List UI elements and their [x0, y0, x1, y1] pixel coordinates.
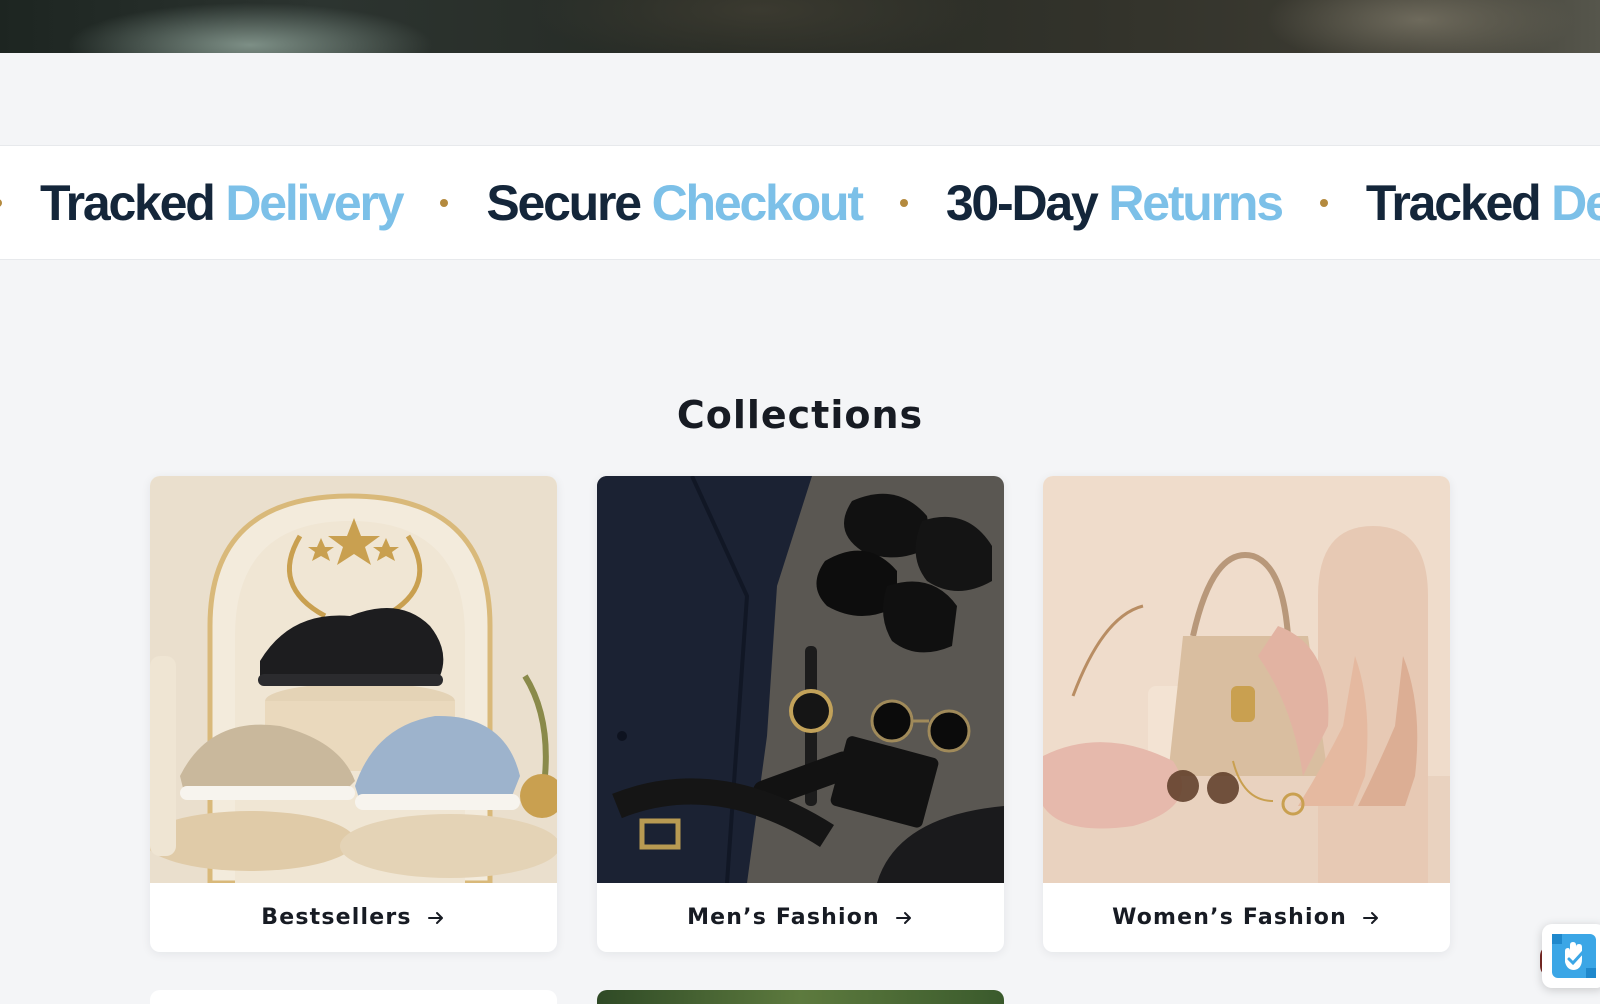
- marquee-item: Secure Checkout: [486, 174, 864, 231]
- marquee-separator-dot: [1319, 198, 1328, 207]
- mens-fashion-image[interactable]: [597, 476, 1004, 883]
- collection-card-bestsellers[interactable]: Bestsellers: [150, 476, 557, 952]
- marquee-track: Tracked Delivery Secure Checkout 30-Day …: [0, 146, 1600, 259]
- accessibility-widget-button[interactable]: [1542, 924, 1600, 988]
- collection-card-womens-fashion[interactable]: Women’s Fashion: [1043, 476, 1450, 952]
- marquee-separator-dot: [440, 198, 449, 207]
- arrow-right-icon: [426, 908, 446, 928]
- collection-card-peek[interactable]: [150, 990, 557, 1004]
- collection-card-peek[interactable]: [597, 990, 1004, 1004]
- collection-card-mens-fashion[interactable]: Men’s Fashion: [597, 476, 1004, 952]
- marquee-item: 30-Day Returns: [945, 174, 1284, 231]
- card-footer[interactable]: Bestsellers: [150, 883, 557, 952]
- marquee-item: Tracked Delivery: [1365, 174, 1600, 231]
- womens-fashion-image[interactable]: [1043, 476, 1450, 883]
- marquee-separator-dot: [899, 198, 908, 207]
- bestsellers-image[interactable]: [150, 476, 557, 883]
- trust-marquee: Tracked Delivery Secure Checkout 30-Day …: [0, 145, 1600, 260]
- collection-label[interactable]: Bestsellers: [261, 905, 411, 930]
- card-footer[interactable]: Men’s Fashion: [597, 883, 1004, 952]
- arrow-right-icon: [894, 908, 914, 928]
- collection-label[interactable]: Women’s Fashion: [1112, 905, 1347, 930]
- card-footer[interactable]: Women’s Fashion: [1043, 883, 1450, 952]
- hero-image: [0, 0, 1600, 53]
- collections-title: Collections: [676, 393, 924, 437]
- arrow-right-icon: [1361, 908, 1381, 928]
- collection-label[interactable]: Men’s Fashion: [687, 905, 880, 930]
- accessibility-hand-icon: [1550, 932, 1598, 980]
- marquee-separator-dot: [0, 198, 2, 207]
- marquee-item: Tracked Delivery: [40, 174, 405, 231]
